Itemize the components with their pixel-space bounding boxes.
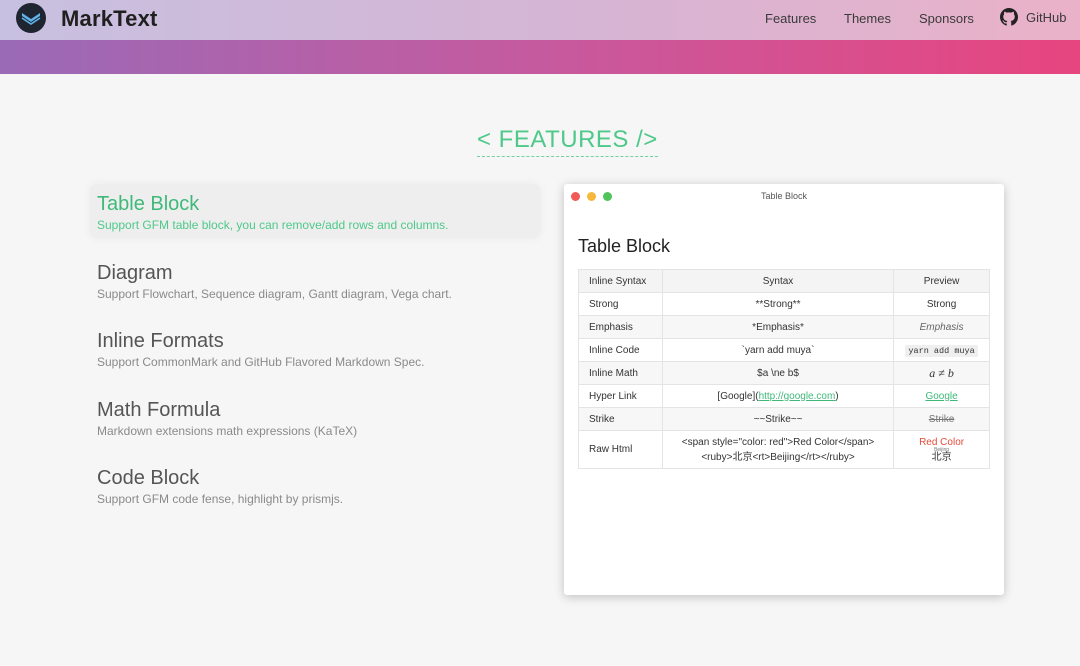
link-syntax-pre: [Google]( [717, 390, 759, 402]
nav-themes-link[interactable]: Themes [844, 11, 891, 26]
raw-html-syntax-line: <ruby>北京<rt>Beijing</rt></ruby> [701, 451, 855, 463]
window-title: Table Block [760, 191, 808, 201]
emphasis-preview: Emphasis [919, 321, 964, 333]
ruby-preview: Beijing 北京 [931, 447, 952, 463]
google-link-preview[interactable]: Google [925, 391, 957, 402]
table-cell-syntax: [Google](http://google.com) [661, 384, 895, 408]
table-cell-preview: Strong [893, 292, 990, 316]
table-row: Inline Code `yarn add muya` yarn add muy… [578, 338, 990, 362]
table-cell-preview: yarn add muya [893, 338, 990, 362]
marktext-logo-icon[interactable] [16, 3, 46, 33]
feature-item-table-block[interactable]: Table Block Support GFM table block, you… [90, 184, 540, 238]
table-header-cell: Inline Syntax [578, 269, 663, 293]
table-cell-preview: Strike [893, 407, 990, 431]
table-row: Strike ~~Strike~~ Strike [578, 407, 990, 431]
ruby-base-text: 北京 [931, 451, 952, 463]
markdown-table: Inline Syntax Syntax Preview Strong **St… [578, 269, 990, 469]
table-row: Raw Html <span style="color: red">Red Co… [578, 430, 990, 469]
feature-desc: Markdown extensions math expressions (Ka… [97, 424, 358, 438]
top-navbar: MarkText Features Themes Sponsors GitHub [0, 0, 1080, 40]
feature-item-code-block[interactable]: Code Block Support GFM code fense, highl… [90, 458, 540, 512]
raw-html-syntax-line: <span style="color: red">Red Color</span… [681, 436, 875, 448]
nav-sponsors-link[interactable]: Sponsors [919, 11, 974, 26]
feature-title: Inline Formats [97, 330, 224, 352]
table-cell-syntax: <span style="color: red">Red Color</span… [661, 430, 895, 469]
nav-github-link[interactable]: GitHub [1000, 8, 1066, 26]
link-syntax-post: ) [835, 390, 839, 402]
table-row: Inline Math $a \ne b$ a ≠ b [578, 361, 990, 385]
table-cell-syntax: ~~Strike~~ [661, 407, 895, 431]
github-label: GitHub [1026, 9, 1067, 25]
table-cell-name: Strong [578, 292, 663, 316]
table-cell-name: Hyper Link [578, 384, 663, 408]
table-cell-syntax: $a \ne b$ [661, 361, 895, 385]
feature-desc: Support Flowchart, Sequence diagram, Gan… [97, 287, 452, 301]
feature-title: Diagram [97, 262, 173, 284]
table-header-cell: Syntax [661, 269, 895, 293]
preview-window: Table Block Table Block Inline Syntax Sy… [564, 184, 1004, 595]
feature-item-math-formula[interactable]: Math Formula Markdown extensions math ex… [90, 390, 540, 444]
github-icon [1000, 8, 1018, 26]
table-cell-syntax: *Emphasis* [661, 315, 895, 339]
feature-item-inline-formats[interactable]: Inline Formats Support CommonMark and Gi… [90, 321, 540, 375]
brand-name[interactable]: MarkText [61, 6, 158, 32]
feature-title: Math Formula [97, 399, 221, 421]
table-cell-name: Raw Html [578, 430, 663, 469]
features-section-title: < FEATURES /> [477, 126, 658, 157]
strike-preview: Strike [928, 413, 955, 425]
table-cell-syntax: **Strong** [661, 292, 895, 316]
table-cell-name: Inline Code [578, 338, 663, 362]
table-cell-syntax: `yarn add muya` [661, 338, 895, 362]
feature-item-diagram[interactable]: Diagram Support Flowchart, Sequence diag… [90, 253, 540, 307]
feature-desc: Support GFM table block, you can remove/… [97, 218, 449, 232]
math-preview: a ≠ b [929, 365, 954, 380]
table-cell-name: Emphasis [578, 315, 663, 339]
feature-desc: Support GFM code fense, highlight by pri… [97, 492, 344, 506]
link-syntax-url[interactable]: http://google.com [759, 391, 836, 402]
table-cell-preview: Google [893, 384, 990, 408]
table-header-row: Inline Syntax Syntax Preview [578, 269, 990, 293]
document-heading: Table Block [578, 236, 671, 256]
table-row: Emphasis *Emphasis* Emphasis [578, 315, 990, 339]
feature-desc: Support CommonMark and GitHub Flavored M… [97, 355, 425, 369]
table-cell-name: Strike [578, 407, 663, 431]
feature-title: Table Block [97, 193, 200, 215]
table-row: Strong **Strong** Strong [578, 292, 990, 316]
table-header-cell: Preview [893, 269, 990, 293]
table-cell-preview: a ≠ b [893, 361, 990, 385]
inline-code-preview: yarn add muya [905, 344, 978, 357]
red-color-preview: Red Color [919, 436, 965, 448]
table-cell-preview: Emphasis [893, 315, 990, 339]
gradient-band [0, 40, 1080, 74]
table-row: Hyper Link [Google](http://google.com) G… [578, 384, 990, 408]
table-cell-preview: Red Color Beijing 北京 [893, 430, 990, 469]
feature-title: Code Block [97, 467, 200, 489]
table-cell-name: Inline Math [578, 361, 663, 385]
nav-features-link[interactable]: Features [765, 11, 816, 26]
